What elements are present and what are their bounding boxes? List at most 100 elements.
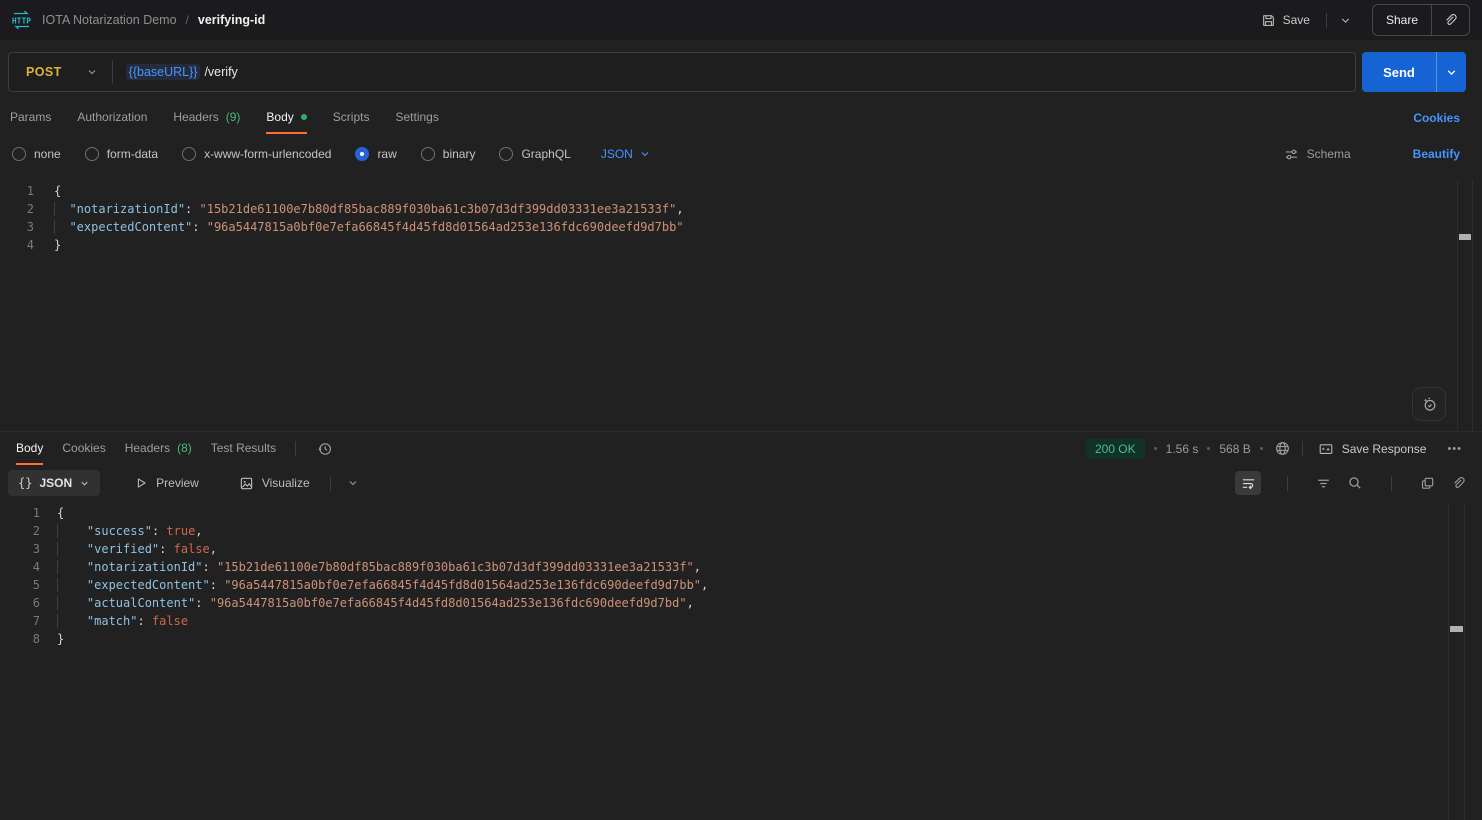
word-wrap-icon [1241,476,1256,491]
preview-button[interactable]: Preview [128,475,205,491]
method-selector[interactable]: POST [9,53,112,91]
separator [1302,441,1303,456]
mode-label: GraphQL [521,147,570,161]
tab-label: Cookies [62,441,105,455]
api-client-window: HTTP IOTA Notarization Demo / verifying-… [0,0,1482,820]
request-tabs: Params Authorization Headers (9) Body Sc… [10,102,1466,134]
tab-label: Headers [125,441,170,455]
tab-body[interactable]: Body [266,102,306,134]
filter-button[interactable] [1314,474,1333,493]
viewer-options-chevron[interactable] [345,475,361,491]
visualize-label: Visualize [262,476,310,490]
code-line: 6 "actualContent": "96a5447815a0bf0e7efa… [0,594,1448,612]
tab-label: Body [266,110,293,124]
line-number: 4 [0,236,34,254]
send-options-chevron[interactable] [1436,52,1466,92]
code-line: 3 "expectedContent": "96a5447815a0bf0e7e… [0,218,1458,236]
response-tab-cookies[interactable]: Cookies [62,432,105,465]
chevron-down-icon [639,148,651,160]
separator [1391,476,1392,491]
code-line: 2 "notarizationId": "15b21de61100e7b80df… [0,200,1458,218]
share-button[interactable]: Share [1373,13,1431,27]
line-number: 6 [0,594,40,612]
scrollbar-thumb[interactable] [1459,234,1471,240]
response-time[interactable]: 1.56 s [1166,442,1199,456]
code-line: 1{ [0,504,1448,522]
search-button[interactable] [1345,473,1365,493]
response-format-selector[interactable]: {} JSON [8,470,100,496]
response-tab-test-results[interactable]: Test Results [211,432,276,465]
response-more-options-button[interactable]: ••• [1441,442,1468,456]
preview-label: Preview [156,476,199,490]
send-button[interactable]: Send [1362,52,1436,92]
save-response-button[interactable]: Save Response [1312,440,1433,458]
tab-label: Headers [173,110,218,124]
tab-label: Authorization [77,110,147,124]
chevron-down-icon [86,66,98,78]
cookies-link[interactable]: Cookies [1407,110,1466,126]
response-body-viewer[interactable]: 1{2 "success": true,3 "verified": false,… [0,504,1448,820]
schema-button[interactable]: Schema [1278,146,1357,163]
url-input[interactable]: {{baseURL}} /verify [113,64,1355,80]
url-container: POST {{baseURL}} /verify [8,52,1356,92]
postbot-button[interactable] [1412,387,1446,421]
response-size[interactable]: 568 B [1219,442,1250,456]
http-request-icon: HTTP [10,10,33,30]
url-variable: {{baseURL}} [126,64,201,80]
link-button[interactable] [1449,474,1468,493]
word-wrap-button[interactable] [1235,471,1261,495]
radio-icon [182,147,196,161]
tab-headers[interactable]: Headers (9) [173,102,240,134]
save-button[interactable]: Save [1255,12,1316,29]
tab-settings[interactable]: Settings [395,102,438,134]
line-number: 4 [0,558,40,576]
body-mode-urlencoded[interactable]: x-www-form-urlencoded [182,147,331,161]
scrollbar-thumb[interactable] [1450,626,1463,632]
body-mode-none[interactable]: none [12,147,61,161]
status-badge[interactable]: 200 OK [1086,439,1145,459]
breadcrumb-request-name[interactable]: verifying-id [198,13,265,27]
copy-button[interactable] [1418,474,1437,493]
tab-scripts[interactable]: Scripts [333,102,370,134]
save-options-chevron[interactable] [1337,12,1354,29]
radio-icon [421,147,435,161]
mode-label: none [34,147,61,161]
radio-icon [499,147,513,161]
body-mode-binary[interactable]: binary [421,147,476,161]
body-mode-graphql[interactable]: GraphQL [499,147,570,161]
response-tab-headers[interactable]: Headers (8) [125,432,192,465]
format-label: JSON [39,476,72,490]
beautify-button[interactable]: Beautify [1407,146,1466,162]
body-mode-raw[interactable]: raw [355,147,396,161]
line-number: 3 [0,540,40,558]
response-tab-body[interactable]: Body [16,432,43,465]
body-mode-form-data[interactable]: form-data [85,147,158,161]
mode-label: x-www-form-urlencoded [204,147,331,161]
tab-label: Params [10,110,51,124]
request-body-editor[interactable]: 1{2 "notarizationId": "15b21de61100e7b80… [0,182,1458,431]
response-toolbar: {} JSON Preview Visualize [8,468,1468,498]
svg-text:HTTP: HTTP [12,17,31,26]
url-path: /verify [204,65,237,79]
breadcrumb-separator: / [186,13,189,27]
breadcrumb-collection[interactable]: IOTA Notarization Demo [42,13,177,27]
code-line: 8} [0,630,1448,648]
globe-icon [1274,440,1291,457]
tab-params[interactable]: Params [10,102,51,134]
code-line: 1{ [0,182,1458,200]
save-response-icon [1318,441,1334,457]
radio-icon [12,147,26,161]
response-meta: 200 OK 1.56 s 568 B [1086,432,1468,465]
separator [330,476,331,491]
copy-link-button[interactable] [1431,5,1469,35]
language-selector[interactable]: JSON [595,146,657,162]
save-label: Save [1283,13,1310,27]
tab-authorization[interactable]: Authorization [77,102,147,134]
request-url-row: POST {{baseURL}} /verify Send [8,52,1466,92]
tab-label: Scripts [333,110,370,124]
network-info-button[interactable] [1272,438,1293,459]
visualize-button[interactable]: Visualize [233,475,316,492]
tab-label: Settings [395,110,438,124]
code-line: 2 "success": true, [0,522,1448,540]
response-history-button[interactable] [315,439,335,459]
